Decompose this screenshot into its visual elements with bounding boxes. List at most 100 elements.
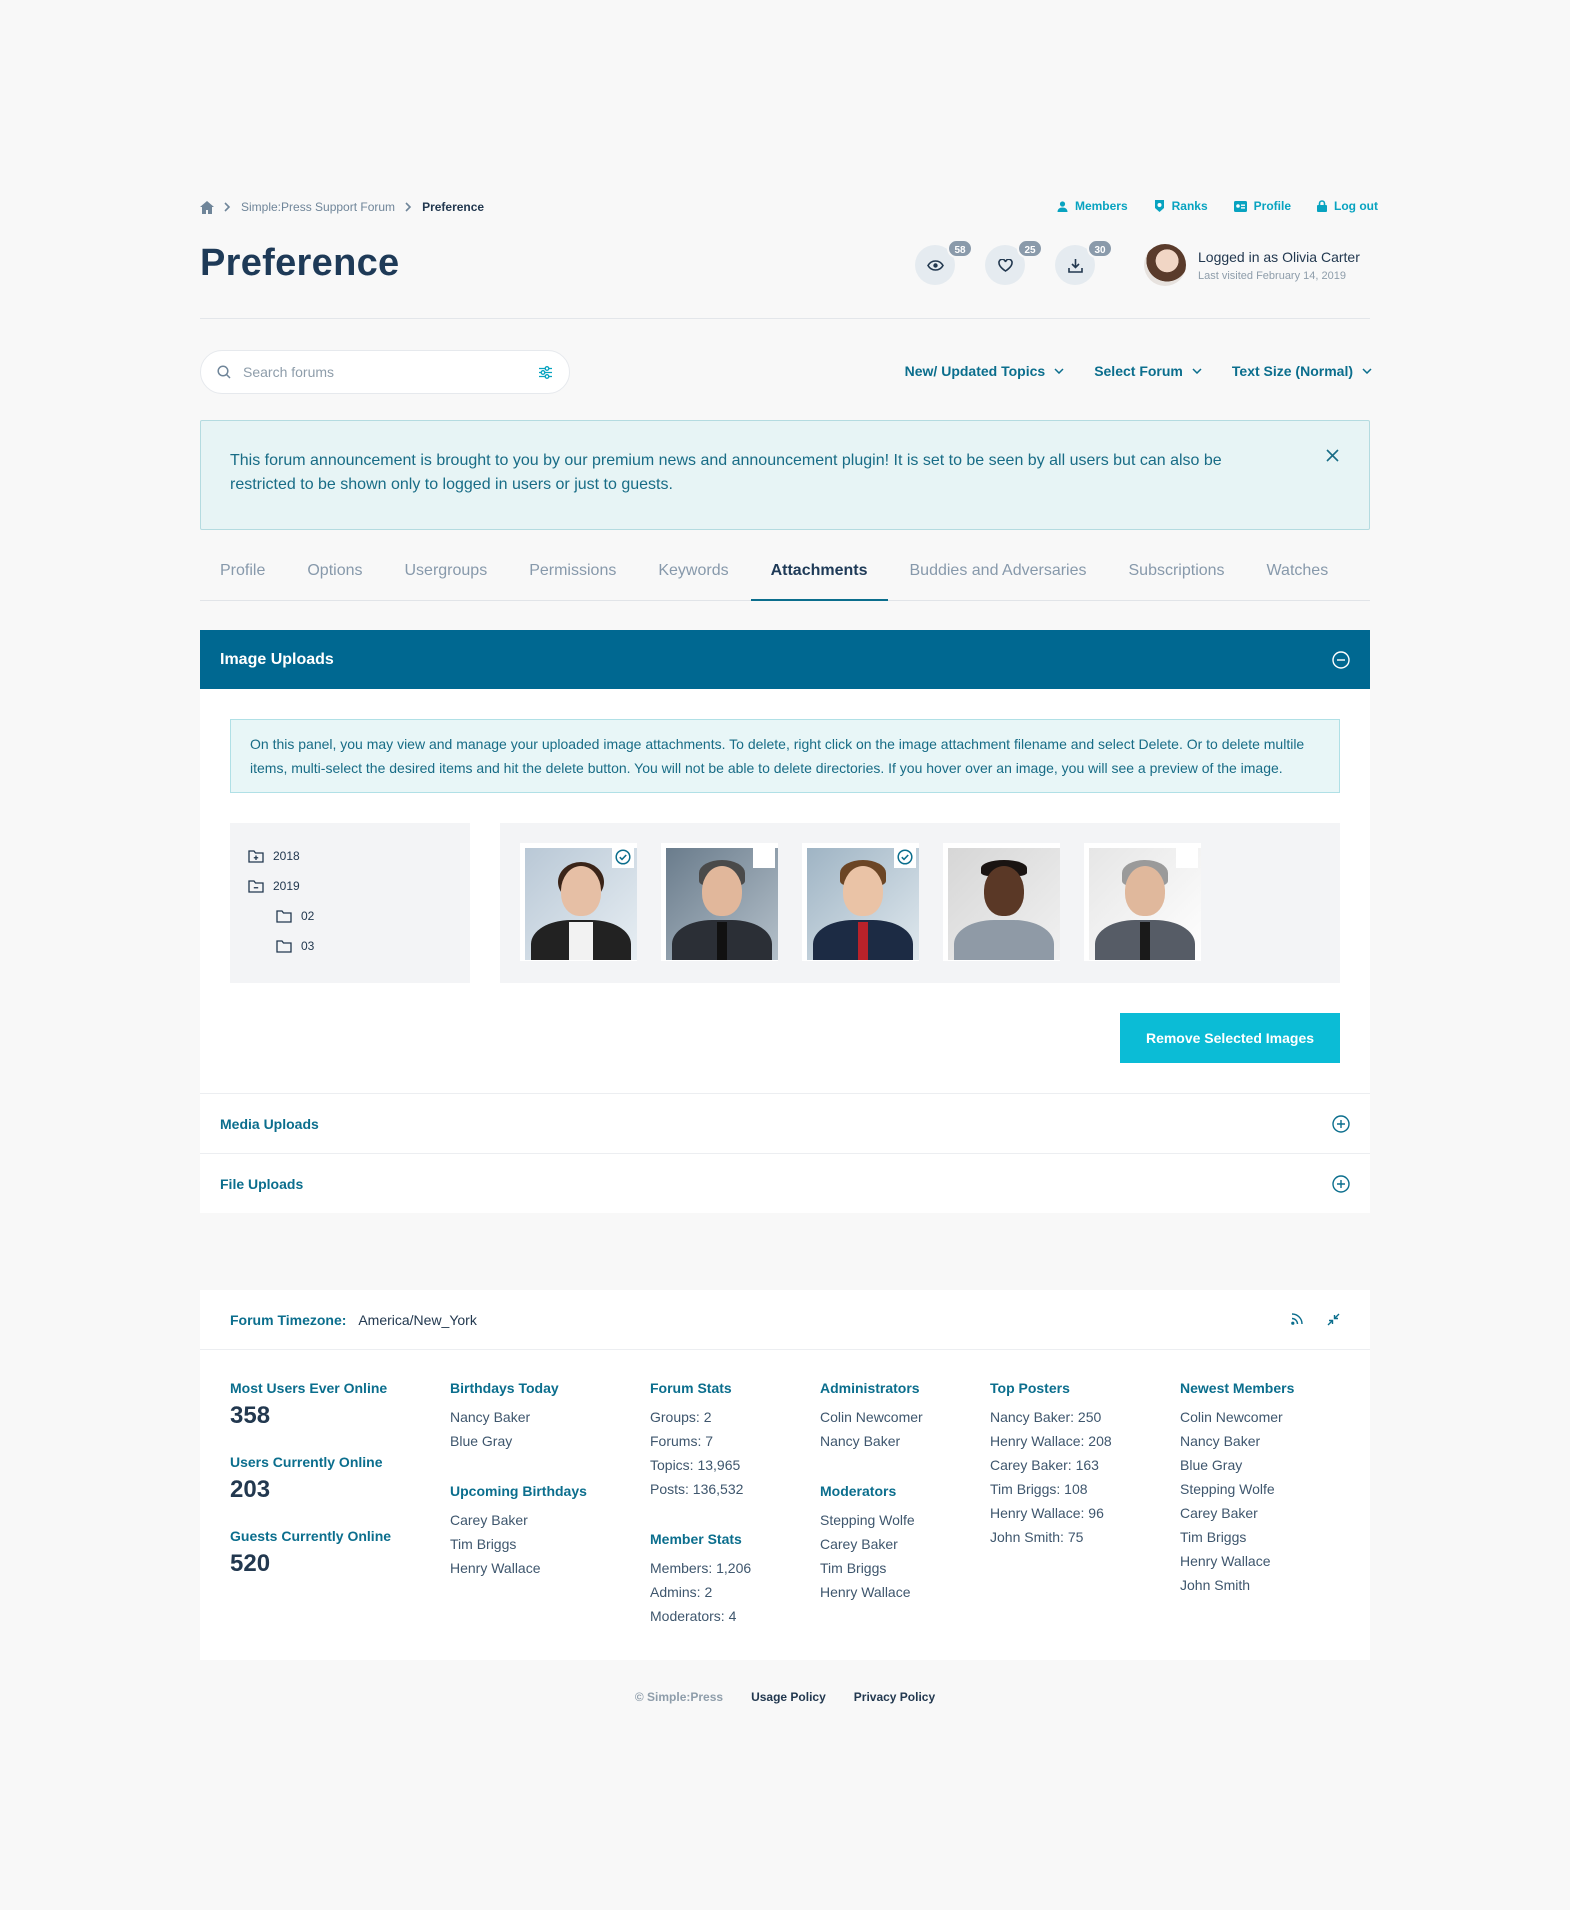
image-uploads-header[interactable]: Image Uploads	[200, 630, 1370, 689]
select-checkbox[interactable]	[753, 846, 775, 868]
search-box	[200, 350, 570, 394]
members-link[interactable]: Members	[1057, 199, 1128, 213]
current-online-label: Users Currently Online	[230, 1454, 383, 1470]
select-forum-label: Select Forum	[1094, 363, 1183, 379]
list-item[interactable]: Tim Briggs	[820, 1556, 923, 1580]
page-title: Preference	[200, 242, 400, 284]
list-item[interactable]: Stepping Wolfe	[820, 1508, 923, 1532]
avatar[interactable]	[1144, 244, 1186, 286]
home-icon[interactable]	[200, 200, 214, 214]
folder-label: 03	[301, 939, 315, 953]
tab-subscriptions[interactable]: Subscriptions	[1109, 548, 1245, 601]
chevron-down-icon	[1054, 368, 1064, 374]
list-item[interactable]: Nancy Baker: 250	[990, 1405, 1112, 1429]
image-thumbnail[interactable]	[802, 843, 919, 961]
folder-2019-03[interactable]: 03	[248, 931, 452, 961]
tab-profile[interactable]: Profile	[200, 548, 285, 601]
close-icon[interactable]	[1326, 449, 1339, 462]
likes-counter-button[interactable]: 25	[985, 239, 1043, 285]
moderators-label: Moderators	[820, 1483, 897, 1499]
breadcrumb-item-forum[interactable]: Simple:Press Support Forum	[241, 200, 395, 214]
tab-keywords[interactable]: Keywords	[638, 548, 748, 601]
tab-watches[interactable]: Watches	[1247, 548, 1349, 601]
top-posters-column: Top Posters Nancy Baker: 250 Henry Walla…	[990, 1380, 1112, 1549]
stat-row: Forums: 7	[650, 1433, 714, 1449]
image-thumbnail[interactable]	[520, 843, 637, 961]
tab-options[interactable]: Options	[287, 548, 382, 601]
tab-attachments[interactable]: Attachments	[750, 548, 888, 601]
folder-2018[interactable]: 2018	[248, 841, 452, 871]
selected-check-icon[interactable]	[612, 846, 634, 868]
list-item[interactable]: Carey Baker	[820, 1532, 923, 1556]
folder-icon	[276, 939, 292, 953]
copyright-text: © Simple:Press	[634, 1690, 724, 1704]
folder-2019[interactable]: 2019	[248, 871, 452, 901]
text-size-dropdown[interactable]: Text Size (Normal)	[1232, 363, 1372, 379]
collapse-minus-icon[interactable]	[1332, 650, 1350, 669]
downloads-count-badge: 30	[1087, 239, 1113, 258]
list-item[interactable]: Blue Gray	[1180, 1453, 1294, 1477]
selected-check-icon[interactable]	[894, 846, 916, 868]
list-item[interactable]: Stepping Wolfe	[1180, 1477, 1294, 1501]
list-item[interactable]: Carey Baker	[1180, 1501, 1294, 1525]
tab-buddies-adversaries[interactable]: Buddies and Adversaries	[890, 548, 1107, 601]
newest-members-column: Newest Members Colin Newcomer Nancy Bake…	[1180, 1380, 1294, 1597]
profile-link[interactable]: Profile	[1233, 199, 1291, 213]
tab-usergroups[interactable]: Usergroups	[385, 548, 508, 601]
guests-online-label: Guests Currently Online	[230, 1528, 392, 1544]
members-label: Members	[1074, 199, 1128, 213]
list-item[interactable]: Nancy Baker	[450, 1405, 587, 1429]
panel-info-box: On this panel, you may view and manage y…	[230, 719, 1340, 793]
ranks-link[interactable]: Ranks	[1154, 199, 1208, 213]
list-item[interactable]: Tim Briggs: 108	[990, 1477, 1112, 1501]
image-thumbnail[interactable]	[1084, 843, 1201, 961]
list-item[interactable]: Henry Wallace	[1180, 1549, 1294, 1573]
list-item[interactable]: Tim Briggs	[450, 1532, 587, 1556]
list-item[interactable]: Henry Wallace: 208	[990, 1429, 1112, 1453]
list-item[interactable]: John Smith	[1180, 1573, 1294, 1597]
privacy-policy-link[interactable]: Privacy Policy	[854, 1690, 935, 1704]
select-checkbox[interactable]	[1176, 846, 1198, 868]
filter-sliders-icon[interactable]	[538, 365, 553, 379]
list-item[interactable]: Henry Wallace: 96	[990, 1501, 1112, 1525]
id-card-icon	[1233, 200, 1247, 212]
list-item[interactable]: John Smith: 75	[990, 1525, 1112, 1549]
likes-count-badge: 25	[1017, 239, 1043, 258]
list-item[interactable]: Carey Baker	[450, 1508, 587, 1532]
search-input[interactable]	[243, 364, 526, 380]
folder-tree: 2018 2019 02 03	[230, 823, 470, 983]
list-item[interactable]: Colin Newcomer	[820, 1405, 923, 1429]
birthdays-today-label: Birthdays Today	[450, 1380, 559, 1396]
folder-label: 02	[301, 909, 315, 923]
image-thumbnail[interactable]	[661, 843, 778, 961]
tab-permissions[interactable]: Permissions	[509, 548, 636, 601]
list-item[interactable]: Nancy Baker	[1180, 1429, 1294, 1453]
folder-label: 2019	[273, 879, 300, 893]
list-item[interactable]: Tim Briggs	[1180, 1525, 1294, 1549]
views-count-badge: 58	[947, 239, 973, 258]
usage-policy-link[interactable]: Usage Policy	[751, 1690, 826, 1704]
expand-plus-icon[interactable]	[1332, 1114, 1350, 1133]
downloads-counter-button[interactable]: 30	[1055, 239, 1113, 285]
rss-icon[interactable]	[1291, 1313, 1303, 1326]
list-item[interactable]: Nancy Baker	[820, 1429, 923, 1453]
list-item[interactable]: Henry Wallace	[450, 1556, 587, 1580]
collapse-arrows-icon[interactable]	[1327, 1313, 1340, 1326]
list-item[interactable]: Carey Baker: 163	[990, 1453, 1112, 1477]
expand-plus-icon[interactable]	[1332, 1174, 1350, 1193]
new-topics-dropdown[interactable]: New/ Updated Topics	[905, 363, 1065, 379]
new-topics-label: New/ Updated Topics	[904, 363, 1046, 379]
select-forum-dropdown[interactable]: Select Forum	[1094, 363, 1202, 379]
file-uploads-accordion[interactable]: File Uploads	[200, 1153, 1370, 1213]
list-item[interactable]: Henry Wallace	[820, 1580, 923, 1604]
image-thumbnail[interactable]	[943, 843, 1060, 961]
views-counter-button[interactable]: 58	[915, 239, 973, 285]
remove-selected-images-button[interactable]: Remove Selected Images	[1120, 1013, 1340, 1063]
list-item[interactable]: Blue Gray	[450, 1429, 587, 1453]
media-uploads-accordion[interactable]: Media Uploads	[200, 1093, 1370, 1153]
forum-stats-label: Forum Stats	[650, 1380, 732, 1396]
list-item[interactable]: Colin Newcomer	[1180, 1405, 1294, 1429]
logout-link[interactable]: Log out	[1317, 199, 1378, 213]
folder-2019-02[interactable]: 02	[248, 901, 452, 931]
download-icon	[1067, 258, 1083, 273]
